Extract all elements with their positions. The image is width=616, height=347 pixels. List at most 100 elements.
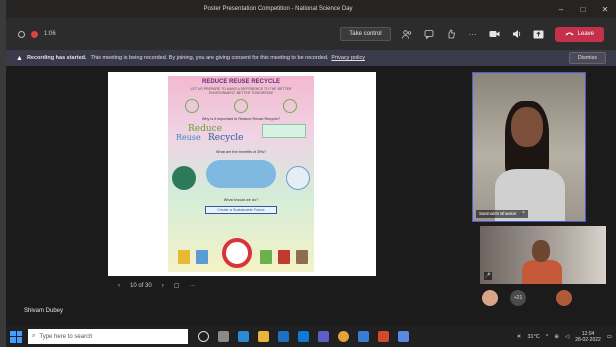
poster: REDUCE REUSE RECYCLE LET US PREPARE TO M… (168, 76, 314, 272)
phone-icon (565, 31, 574, 38)
windows-start-icon[interactable] (10, 330, 22, 343)
reduce-reuse-recycle-graphic: Reduce Reuse Recycle (174, 124, 308, 146)
slide-pager: ‹ 10 of 30 › ▢ ··· (118, 282, 195, 290)
file-explorer-icon[interactable] (258, 331, 269, 342)
blue-bin-icon (196, 250, 208, 264)
powerpoint-icon[interactable] (378, 331, 389, 342)
participant-video-main[interactable]: Sanmukhi Bhasker 🎤 (472, 72, 586, 222)
poster-cta: Create a Sustainable Future (205, 206, 277, 214)
more-participants-count[interactable]: +21 (510, 290, 526, 306)
slide-counter: 10 of 30 (130, 282, 152, 289)
chat-icon[interactable] (423, 28, 435, 40)
poster-subtitle: LET US PREPARE TO MAKE A DIFFERENCE TO T… (190, 87, 292, 95)
network-icon[interactable]: ⊕ (554, 334, 559, 340)
taskbar-search[interactable]: ⌕ Type here to search (28, 329, 188, 344)
take-control-button[interactable]: Take control (340, 27, 391, 41)
more-icon[interactable]: ··· (467, 28, 479, 40)
cortana-icon[interactable] (198, 331, 209, 342)
store-icon[interactable] (278, 331, 289, 342)
meeting-timer: 1:06 (44, 31, 56, 37)
share-icon[interactable] (533, 28, 545, 40)
maximize-icon[interactable]: □ (572, 5, 594, 14)
shared-content-stage: REDUCE REUSE RECYCLE LET US PREPARE TO M… (6, 66, 470, 314)
volume-icon[interactable]: ◁ (565, 334, 569, 340)
participant-video-secondary[interactable]: 🎤 (480, 226, 606, 284)
camera-icon[interactable] (489, 28, 501, 40)
yellow-bin-icon (178, 250, 190, 264)
warning-icon: ▲ (16, 54, 23, 62)
search-placeholder: Type here to search (39, 333, 93, 340)
weather-icon: ☀ (516, 333, 522, 340)
mic-indicator-icon: 🎤 (519, 211, 526, 216)
word-recycle: Recycle (208, 133, 244, 143)
more-options-icon[interactable]: ··· (189, 283, 195, 289)
benefits-graphic (168, 158, 314, 194)
shared-slide[interactable]: REDUCE REUSE RECYCLE LET US PREPARE TO M… (108, 72, 376, 276)
weather-temp[interactable]: 31°C (527, 334, 539, 340)
shield-icon (18, 30, 25, 38)
reduce-icon (185, 99, 200, 113)
recording-banner: ▲ Recording has started. This meeting is… (6, 50, 616, 66)
mic-muted-icon: 🎤 (484, 272, 492, 280)
recycle-bins-right (260, 250, 308, 264)
participant-name: Sanmukhi Bhasker (479, 211, 517, 216)
participant-name-tag: Sanmukhi Bhasker 🎤 (476, 210, 529, 218)
cloud-graphic (206, 160, 276, 188)
poster-question-benefits: What are the benefits of 3Rs? (215, 150, 267, 154)
prev-slide-button[interactable]: ‹ (118, 283, 120, 289)
next-slide-button[interactable]: › (162, 283, 164, 289)
participant-shirt (522, 260, 562, 284)
window-title: Poster Presentation Competition - Nation… (203, 6, 353, 12)
edge-icon[interactable] (238, 331, 249, 342)
recycle-bins (178, 250, 208, 264)
recording-icon (31, 30, 38, 38)
recycle-symbol-icon (222, 238, 252, 268)
poster-bottom-art (168, 226, 314, 272)
notifications-icon[interactable]: ▭ (607, 334, 612, 340)
toolbar-actions: Take control ··· Leave (340, 26, 604, 42)
search-icon: ⌕ (32, 333, 36, 339)
chevron-up-icon[interactable]: ^ (546, 334, 549, 340)
taskbar-clock[interactable]: 12:04 28-02-2022 (575, 331, 601, 343)
slide-sorter-icon[interactable]: ▢ (174, 282, 180, 289)
participant-face-secondary (532, 240, 550, 262)
people-icon[interactable] (401, 28, 413, 40)
window-controls: – □ ✕ (550, 5, 616, 14)
red-bin-icon (278, 250, 290, 264)
green-bin-icon (260, 250, 272, 264)
recycle-circle-icon (172, 166, 196, 190)
dismiss-button[interactable]: Dismiss (568, 52, 606, 64)
privacy-policy-link[interactable]: Privacy policy (331, 55, 365, 61)
meeting-status: 1:06 (18, 30, 56, 38)
word-icon[interactable] (358, 331, 369, 342)
leave-label: Leave (577, 31, 594, 37)
taskbar-apps (198, 331, 409, 342)
banner-title: Recording has started. (26, 55, 87, 61)
three-r-icons (168, 99, 314, 113)
reactions-icon[interactable] (445, 28, 457, 40)
info-note-box (262, 124, 306, 138)
app-icon[interactable] (398, 331, 409, 342)
mic-icon[interactable] (511, 28, 523, 40)
word-reuse: Reuse (176, 133, 201, 142)
chrome-icon[interactable] (338, 331, 349, 342)
close-icon[interactable]: ✕ (594, 5, 616, 14)
presenter-name: Shivam Dubey (24, 308, 64, 314)
clock-date: 28-02-2022 (575, 336, 601, 343)
title-bar: Poster Presentation Competition - Nation… (6, 0, 616, 18)
brown-bin-icon (296, 250, 308, 264)
minimize-icon[interactable]: – (550, 5, 572, 14)
teams-icon[interactable] (318, 331, 329, 342)
avatar[interactable] (556, 290, 572, 306)
poster-question-importance: Why is it important to Reduce Reuse Recy… (201, 117, 281, 121)
participant-avatars: +21 (482, 290, 572, 306)
participant-face (511, 107, 543, 147)
banner-message: This meeting is being recorded. By joini… (90, 55, 329, 61)
poster-title: REDUCE REUSE RECYCLE (201, 79, 280, 85)
avatar[interactable] (482, 290, 498, 306)
meeting-toolbar: 1:06 Take control ··· Leave (6, 18, 616, 50)
leave-button[interactable]: Leave (554, 26, 604, 42)
mail-icon[interactable] (298, 331, 309, 342)
reuse-icon (233, 99, 248, 113)
task-view-icon[interactable] (218, 331, 229, 342)
